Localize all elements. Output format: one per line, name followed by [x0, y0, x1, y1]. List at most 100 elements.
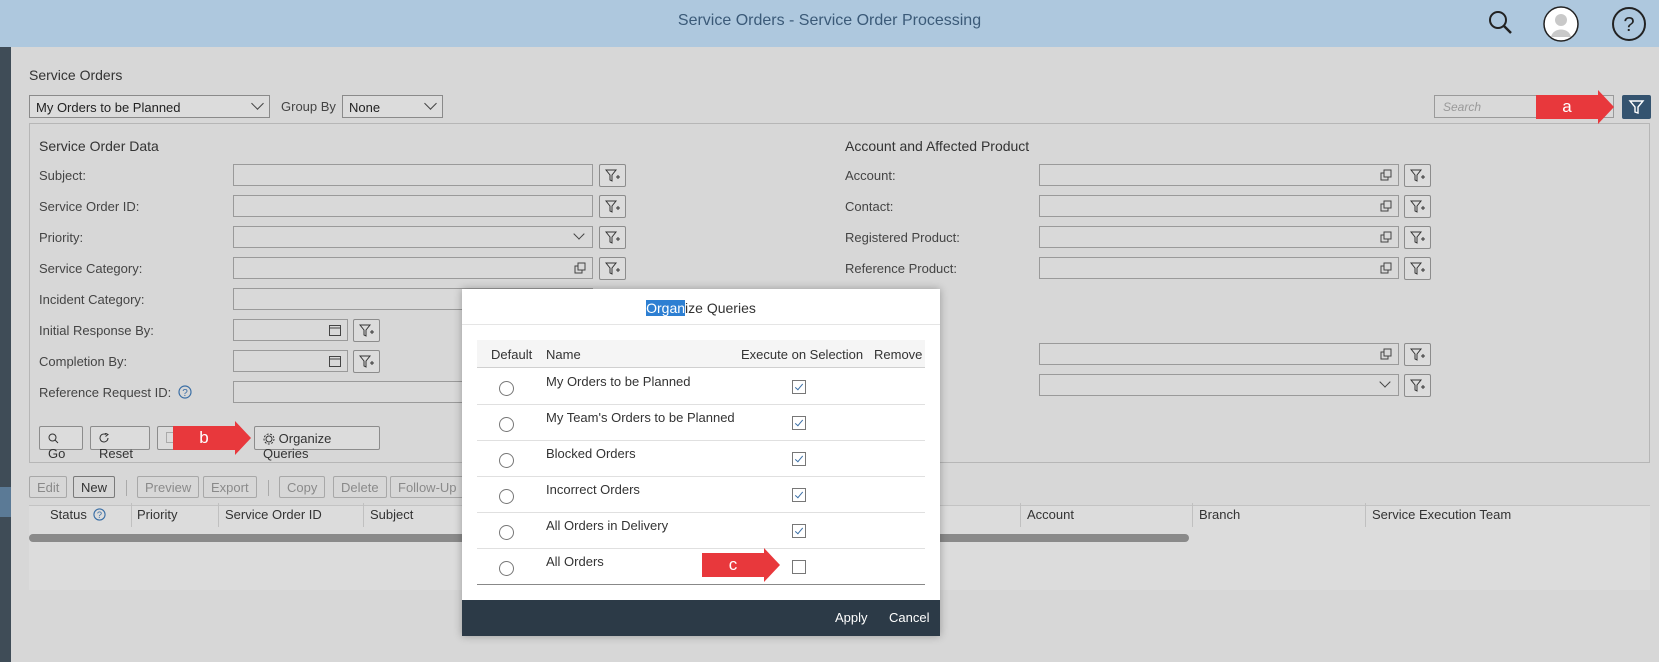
- filter-add-icon: [1410, 169, 1425, 182]
- queries-table-header: Default Name Execute on Selection Remove: [477, 340, 925, 368]
- svg-text:?: ?: [1623, 14, 1634, 36]
- field-label: Completion By:: [39, 354, 128, 369]
- add-filter-button[interactable]: [1404, 374, 1431, 397]
- add-filter-button[interactable]: [599, 195, 626, 218]
- cancel-button[interactable]: Cancel: [889, 610, 929, 625]
- column-header-status[interactable]: Status ?: [50, 507, 107, 522]
- check-icon: [794, 381, 804, 391]
- check-icon: [794, 453, 804, 463]
- reference-product-input[interactable]: [1039, 257, 1399, 279]
- go-button[interactable]: Go: [39, 426, 83, 461]
- column-divider: [1020, 503, 1021, 527]
- filter-add-icon: [605, 169, 620, 182]
- subject-input[interactable]: [233, 164, 593, 186]
- execute-checkbox[interactable]: [792, 524, 806, 538]
- priority-select[interactable]: [233, 226, 593, 248]
- query-name: My Orders to be Planned: [546, 374, 691, 389]
- column-header-service-order-id[interactable]: Service Order ID: [225, 507, 322, 522]
- filter-button[interactable]: [1622, 95, 1651, 119]
- value-help-icon[interactable]: [1380, 262, 1392, 274]
- add-filter-button[interactable]: [599, 257, 626, 280]
- calendar-icon[interactable]: [329, 324, 341, 336]
- column-header-priority[interactable]: Priority: [137, 507, 177, 522]
- contact-input[interactable]: [1039, 195, 1399, 217]
- default-radio[interactable]: [499, 381, 514, 396]
- value-help-icon[interactable]: [1380, 231, 1392, 243]
- field-label: Subject:: [39, 168, 86, 183]
- dialog-title-rest: ize Queries: [685, 300, 756, 316]
- dialog-title-highlight: Organ: [646, 300, 686, 316]
- service-category-input[interactable]: [233, 257, 593, 279]
- field-label: Incident Category:: [39, 292, 145, 307]
- query-select[interactable]: My Orders to be Planned: [29, 95, 270, 118]
- value-help-icon[interactable]: [574, 262, 586, 274]
- calendar-icon[interactable]: [329, 355, 341, 367]
- value-help-icon[interactable]: [1380, 169, 1392, 181]
- field-label: Initial Response By:: [39, 323, 154, 338]
- annotation-label-b: b: [173, 426, 235, 450]
- preview-button[interactable]: Preview: [137, 476, 200, 498]
- add-filter-button[interactable]: [1404, 195, 1431, 218]
- extra-value-help-input[interactable]: [1039, 343, 1399, 365]
- refresh-icon: [99, 432, 109, 443]
- filter-add-icon: [359, 324, 374, 337]
- completion-date[interactable]: [233, 350, 348, 372]
- organize-queries-button[interactable]: Organize Queries: [254, 426, 380, 461]
- help-icon[interactable]: ?: [178, 385, 192, 399]
- add-filter-button[interactable]: [353, 350, 380, 373]
- execute-checkbox[interactable]: [792, 380, 806, 394]
- column-header-account[interactable]: Account: [1027, 507, 1074, 522]
- apply-button[interactable]: Apply: [835, 610, 868, 625]
- column-divider: [1192, 503, 1193, 527]
- chevron-down-icon: [573, 228, 585, 240]
- default-radio[interactable]: [499, 525, 514, 540]
- add-filter-button[interactable]: [1404, 257, 1431, 280]
- column-header-subject[interactable]: Subject: [370, 507, 413, 522]
- default-radio[interactable]: [499, 561, 514, 576]
- chevron-down-icon: [424, 97, 437, 110]
- extra-select[interactable]: [1039, 374, 1399, 396]
- user-avatar-icon[interactable]: [1543, 6, 1579, 42]
- default-radio[interactable]: [499, 417, 514, 432]
- execute-checkbox[interactable]: [792, 488, 806, 502]
- edit-button[interactable]: Edit: [29, 476, 68, 498]
- service-order-id-input[interactable]: [233, 195, 593, 217]
- help-icon[interactable]: ?: [93, 508, 107, 521]
- column-header-branch[interactable]: Branch: [1199, 507, 1240, 522]
- registered-product-input[interactable]: [1039, 226, 1399, 248]
- execute-checkbox[interactable]: [792, 560, 806, 574]
- add-filter-button[interactable]: [599, 226, 626, 249]
- field-label: Reference Request ID: ?: [39, 385, 192, 400]
- gear-icon: [263, 433, 275, 445]
- delete-button[interactable]: Delete: [333, 476, 387, 498]
- initial-response-date[interactable]: [233, 319, 348, 341]
- copy-button[interactable]: Copy: [279, 476, 326, 498]
- dialog-divider: [462, 324, 940, 325]
- add-filter-button[interactable]: [353, 319, 380, 342]
- execute-checkbox[interactable]: [792, 452, 806, 466]
- execute-checkbox[interactable]: [792, 416, 806, 430]
- export-button[interactable]: Export: [203, 476, 257, 498]
- filter-add-icon: [605, 231, 620, 244]
- account-input[interactable]: [1039, 164, 1399, 186]
- filter-add-icon: [1410, 231, 1425, 244]
- reset-button[interactable]: Reset: [90, 426, 150, 461]
- default-radio[interactable]: [499, 453, 514, 468]
- query-row: My Team's Orders to be Planned: [477, 405, 925, 441]
- section-title-service-order-data: Service Order Data: [39, 138, 159, 154]
- search-icon[interactable]: [1484, 6, 1518, 40]
- column-header-service-execution-team[interactable]: Service Execution Team: [1372, 507, 1511, 522]
- add-filter-button[interactable]: [1404, 343, 1431, 366]
- value-help-icon[interactable]: [1380, 200, 1392, 212]
- annotation-arrow-c: c: [702, 548, 780, 582]
- group-by-select[interactable]: None: [342, 95, 443, 118]
- add-filter-button[interactable]: [1404, 226, 1431, 249]
- help-icon[interactable]: ?: [1611, 6, 1646, 41]
- query-row: Incorrect Orders: [477, 477, 925, 513]
- add-filter-button[interactable]: [599, 164, 626, 187]
- value-help-icon[interactable]: [1380, 348, 1392, 360]
- add-filter-button[interactable]: [1404, 164, 1431, 187]
- new-button[interactable]: New: [73, 476, 116, 498]
- default-radio[interactable]: [499, 489, 514, 504]
- follow-up-button[interactable]: Follow-Up: [390, 476, 465, 498]
